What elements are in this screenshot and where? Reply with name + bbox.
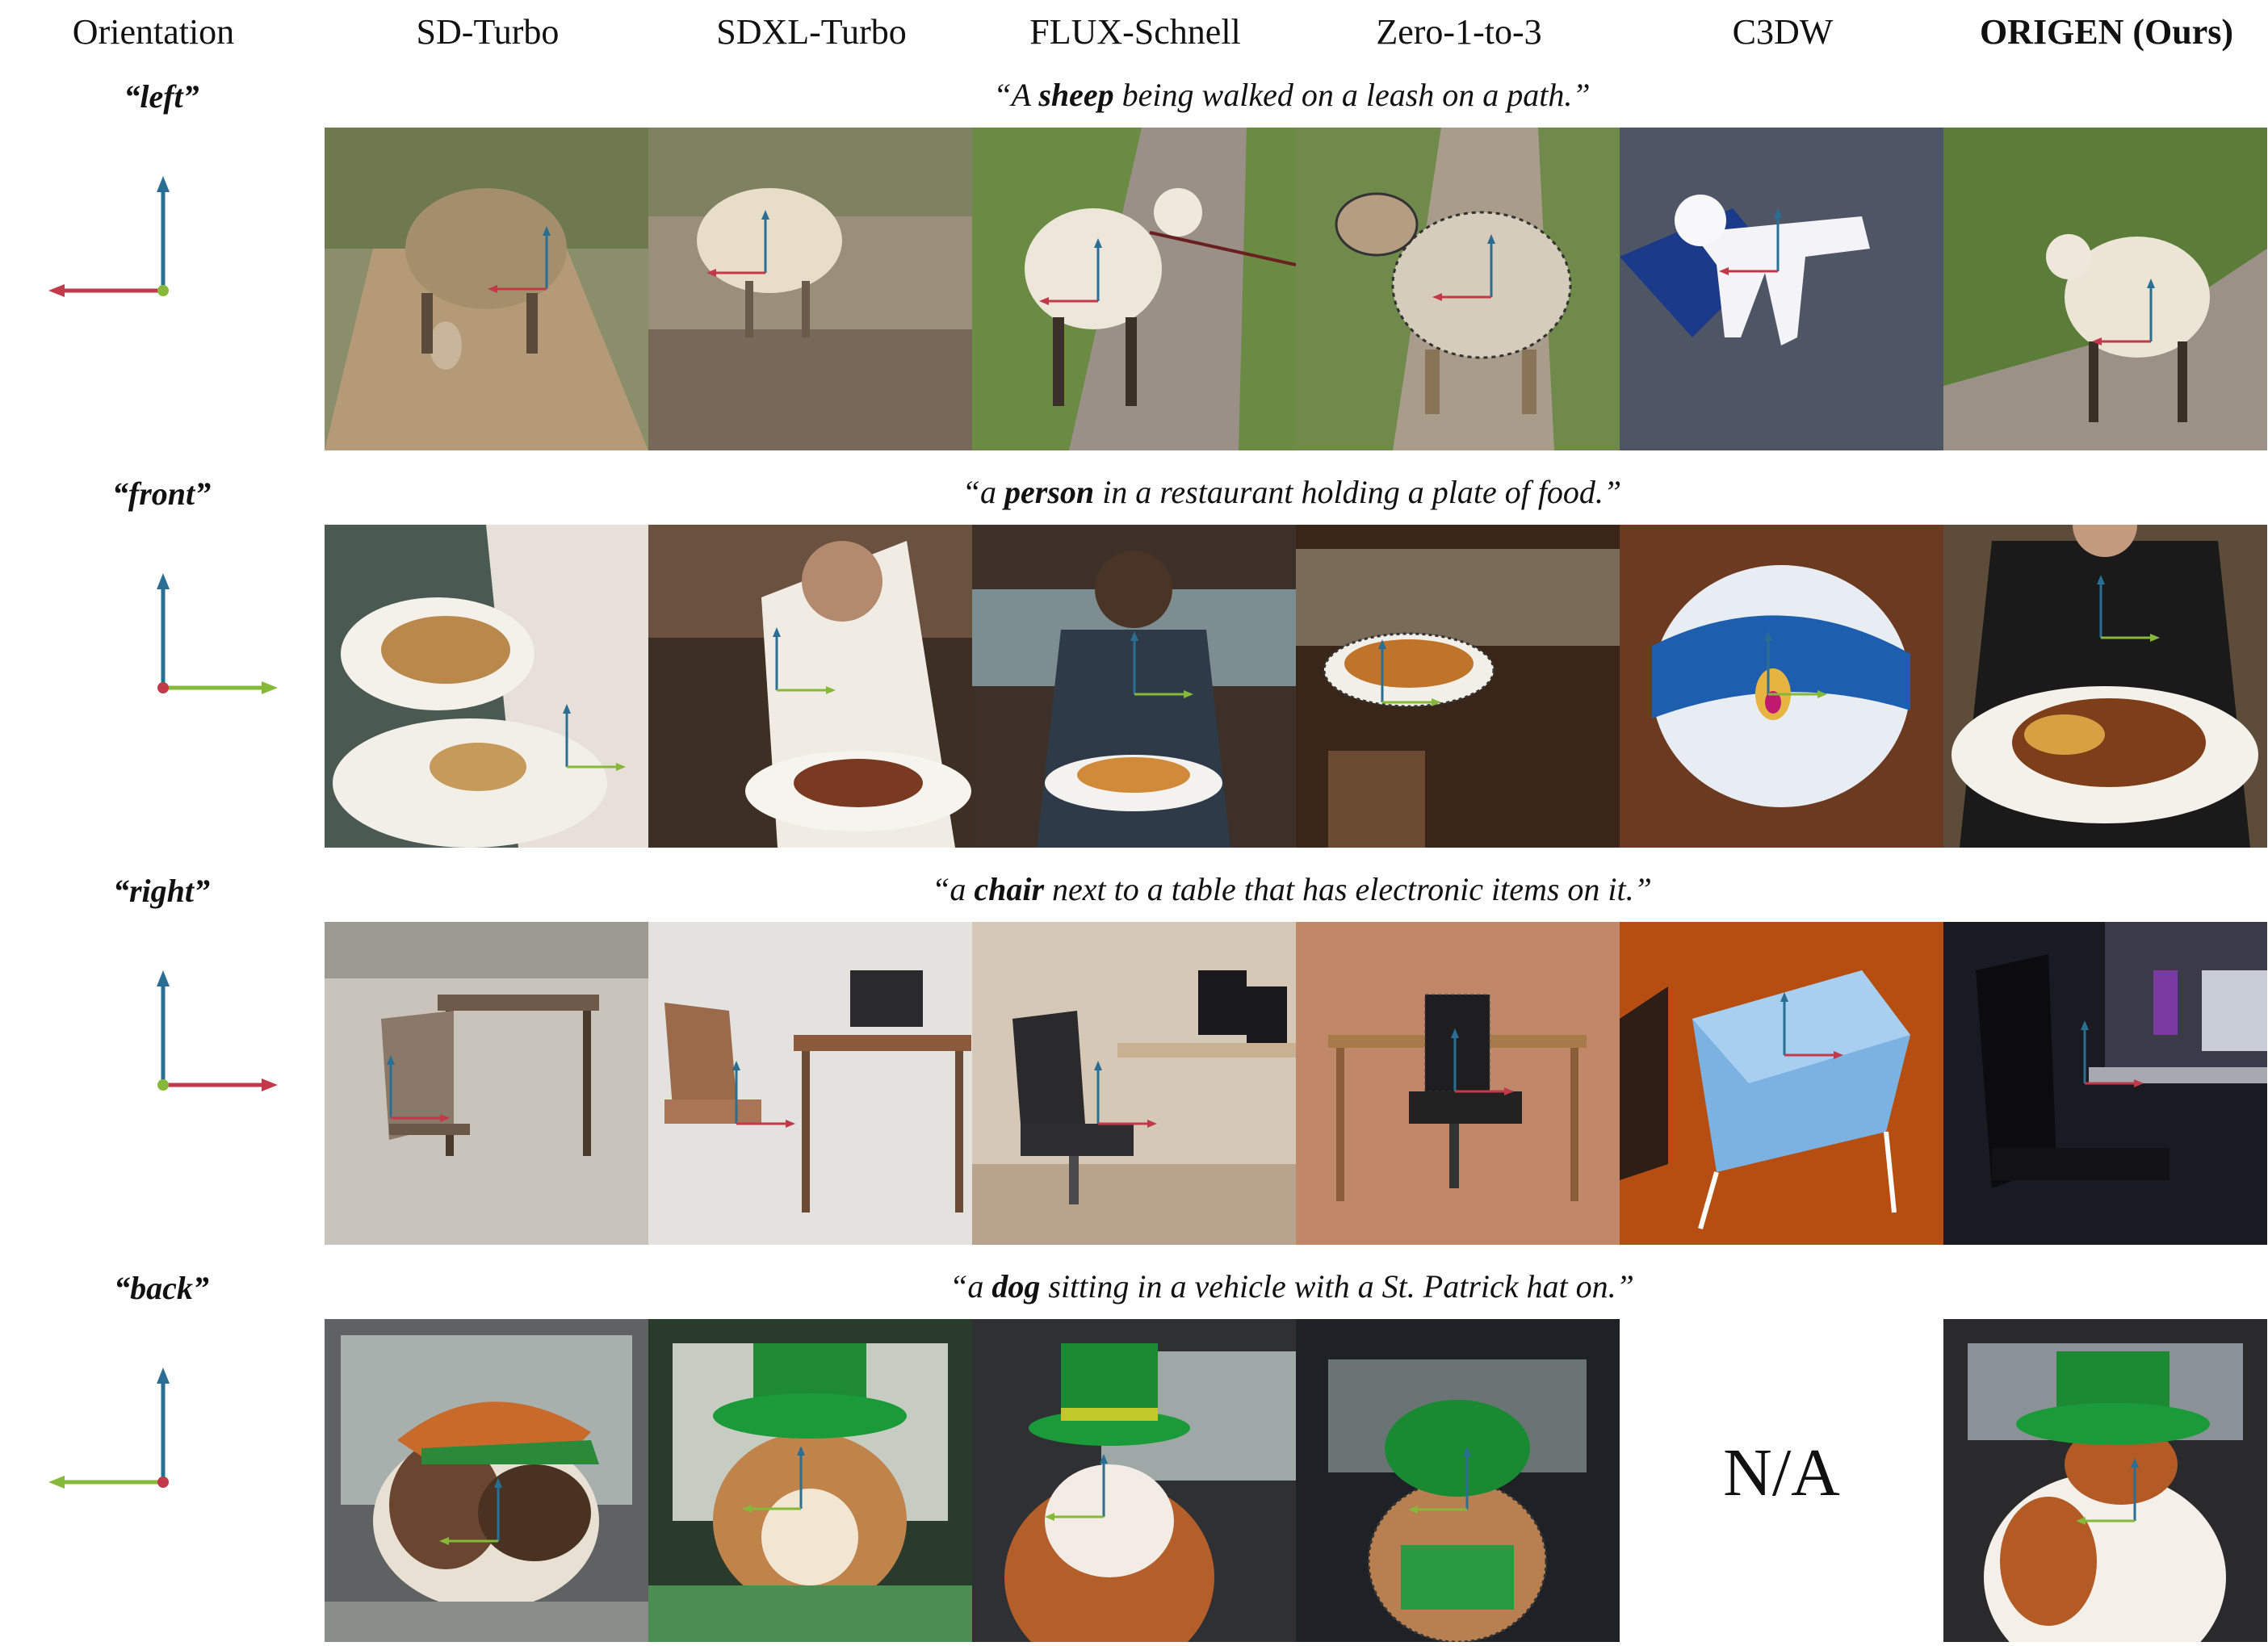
overlay-arrows-row-1 bbox=[488, 208, 2155, 346]
axis-icon-left bbox=[48, 176, 170, 297]
header-zero123: Zero-1-to-3 bbox=[1376, 12, 1542, 52]
header-orientation: Orientation bbox=[72, 12, 235, 52]
overlay-arrows-row-3 bbox=[387, 992, 2144, 1128]
axis-icon-front bbox=[157, 573, 278, 694]
header-sd-turbo: SD-Turbo bbox=[416, 12, 560, 52]
orientation-label-back: “back” bbox=[114, 1270, 209, 1306]
caption-row-3: “a chair next to a table that has electr… bbox=[932, 871, 1652, 907]
overlay-arrows-row-2 bbox=[563, 575, 2160, 771]
axis-icon-right bbox=[157, 970, 278, 1091]
orientation-label-right: “right” bbox=[112, 873, 211, 909]
header-sdxl-turbo: SDXL-Turbo bbox=[716, 12, 907, 52]
caption-row-4: “a dog sitting in a vehicle with a St. P… bbox=[950, 1268, 1634, 1305]
orientation-label-left: “left” bbox=[124, 78, 199, 115]
orientation-label-front: “front” bbox=[111, 475, 212, 512]
header-flux-schnell: FLUX-Schnell bbox=[1029, 12, 1241, 52]
axis-icon-back bbox=[48, 1367, 170, 1489]
caption-row-1: “A sheep being walked on a leash on a pa… bbox=[993, 77, 1591, 113]
caption-row-2: “a person in a restaurant holding a plat… bbox=[962, 474, 1622, 510]
overlay-arrows-row-4 bbox=[439, 1446, 2139, 1545]
header-c3dw: C3DW bbox=[1732, 12, 1834, 52]
header-origen: ORIGEN (Ours) bbox=[1979, 12, 2234, 52]
